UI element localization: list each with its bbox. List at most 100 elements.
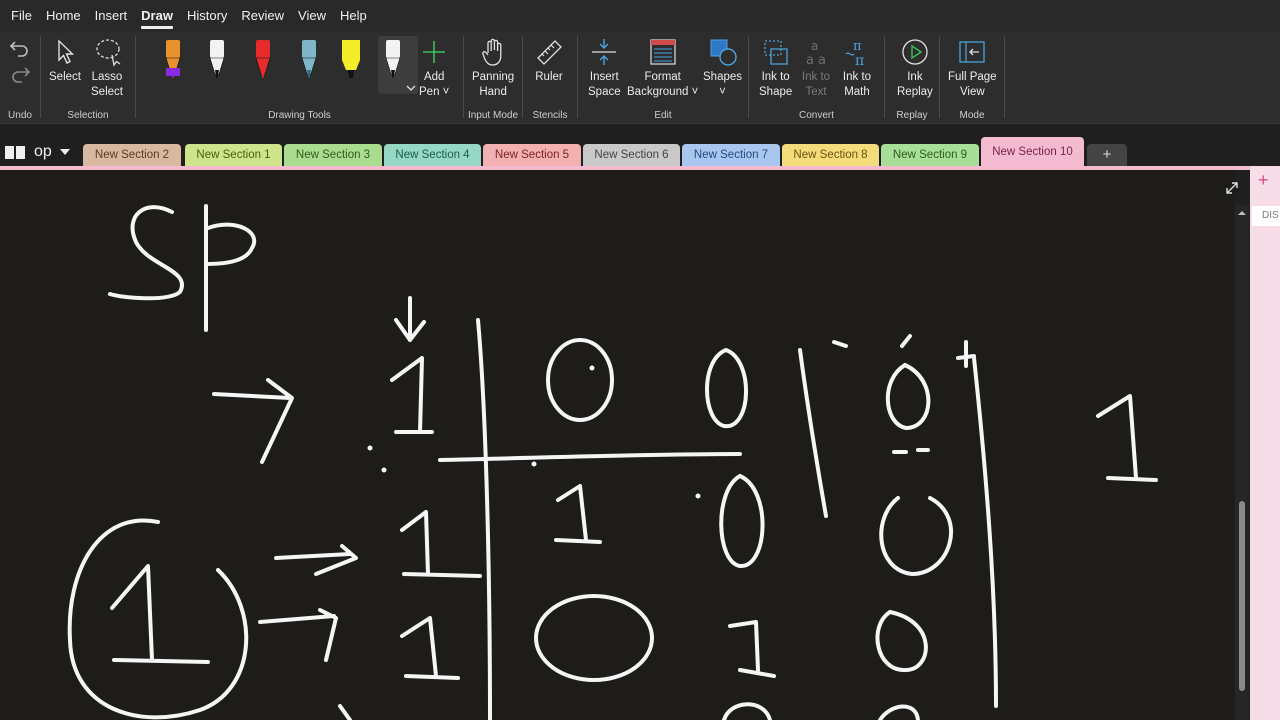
ink-right-arrow-1 xyxy=(212,378,294,464)
menu-home[interactable]: Home xyxy=(39,0,88,32)
select-button[interactable]: Select xyxy=(49,36,81,85)
ink-right-arrow-3 xyxy=(258,608,338,662)
mode-group: Full Page View Mode xyxy=(940,32,1004,124)
section-tab[interactable]: New Section 7 xyxy=(682,144,780,166)
replay-group: Ink Replay Replay xyxy=(885,32,939,124)
shapes-button[interactable]: Shapes ˅ xyxy=(703,36,742,100)
redo-icon[interactable] xyxy=(8,64,32,84)
page-list-item[interactable]: DIS xyxy=(1252,206,1280,226)
lasso-select-button[interactable]: Lasso Select xyxy=(91,36,123,100)
chevron-down-icon xyxy=(406,85,416,91)
expand-icon[interactable] xyxy=(1224,180,1240,196)
insert-space-icon xyxy=(592,39,617,65)
selected-white-pen[interactable] xyxy=(378,36,418,94)
lasso-icon xyxy=(96,39,121,67)
shapes-label-2: ˅ xyxy=(719,86,726,98)
white-pen-icon xyxy=(209,40,225,78)
menu-history[interactable]: History xyxy=(180,0,234,32)
menu-insert[interactable]: Insert xyxy=(88,0,135,32)
panning-hand-button[interactable]: Panning Hand xyxy=(472,36,514,100)
chevron-down-icon xyxy=(59,149,70,155)
ink-to-text-button[interactable]: aaa Ink to Text xyxy=(801,36,831,100)
ruler-icon xyxy=(537,40,562,65)
drawing-tools-group: Add Pen ˅ Drawing Tools xyxy=(136,32,463,124)
shapes-label-1: Shapes xyxy=(703,71,743,83)
section-tab[interactable]: New Section 1 xyxy=(185,144,282,166)
full-page-view-label-1: Full Page xyxy=(948,71,997,83)
full-page-view-button[interactable]: Full Page View xyxy=(948,36,997,100)
menu-draw[interactable]: Draw xyxy=(134,0,180,32)
replay-group-label: Replay xyxy=(896,110,928,121)
ink-replay-label-1: Ink xyxy=(907,71,923,83)
panning-label-2: Hand xyxy=(479,86,507,98)
section-tab[interactable]: New Section 6 xyxy=(583,144,680,166)
section-tab[interactable]: New Section 3 xyxy=(284,144,382,166)
menu-bar: File Home Insert Draw History Review Vie… xyxy=(0,0,1280,32)
edit-group: Insert Space Format Background ˅ Shapes … xyxy=(578,32,748,124)
format-background-button[interactable]: Format Background ˅ xyxy=(627,36,698,100)
ink-to-text-label-2: Text xyxy=(805,86,827,98)
ruler-button[interactable]: Ruler xyxy=(534,36,564,85)
menu-file[interactable]: File xyxy=(4,0,39,32)
scroll-up-icon[interactable] xyxy=(1235,207,1249,219)
ink-partial-arrow-4 xyxy=(338,704,352,720)
ink-to-math-button[interactable]: ππ Ink to Math xyxy=(842,36,872,100)
vertical-scrollbar[interactable] xyxy=(1235,205,1249,720)
menu-help[interactable]: Help xyxy=(333,0,374,32)
divider xyxy=(1004,36,1005,118)
section-tab[interactable]: New Section 4 xyxy=(384,144,481,166)
red-pen-icon xyxy=(255,40,271,78)
add-pen-button[interactable]: Add Pen ˅ xyxy=(419,36,449,100)
lasso-label-2: Select xyxy=(91,86,123,98)
notebook-selector[interactable]: op xyxy=(4,143,70,161)
edit-group-label: Edit xyxy=(654,110,672,121)
white-pen[interactable] xyxy=(202,36,232,84)
selected-white-pen-icon xyxy=(385,40,401,78)
ink-digit-0-r1c4 xyxy=(885,363,931,430)
insert-space-button[interactable]: Insert Space xyxy=(588,36,621,100)
insert-space-label-1: Insert xyxy=(589,71,619,83)
ink-tick-r1 xyxy=(832,334,976,368)
svg-text:a: a xyxy=(811,39,818,53)
ink-replay-button[interactable]: Ink Replay xyxy=(897,36,933,100)
ink-to-shape-label-2: Shape xyxy=(759,86,793,98)
ribbon: Undo Select Lasso Select Selection Add P… xyxy=(0,32,1280,124)
format-background-label-2: Background ˅ xyxy=(627,86,699,98)
ink-digit-0-r1c3 xyxy=(705,348,748,429)
ink-dot xyxy=(695,493,701,499)
full-page-view-label-2: View xyxy=(959,86,985,98)
svg-text:π: π xyxy=(853,39,862,54)
orange-pen[interactable] xyxy=(158,36,188,84)
yellow-highlighter[interactable] xyxy=(336,36,366,84)
add-pen-label-2: Pen ˅ xyxy=(419,86,450,98)
section-tab[interactable]: New Section 9 xyxy=(881,144,979,166)
selection-group-label: Selection xyxy=(67,110,109,121)
ink-digit-0-r1c2 xyxy=(546,338,614,422)
ink-to-shape-label-1: Ink to xyxy=(761,71,790,83)
section-tab[interactable]: New Section 2 xyxy=(83,144,181,166)
orange-pen-icon xyxy=(165,40,181,78)
lasso-label-1: Lasso xyxy=(91,71,123,83)
section-tab[interactable]: New Section 8 xyxy=(782,144,879,166)
section-tab[interactable]: New Section 10 xyxy=(981,137,1084,167)
note-canvas[interactable] xyxy=(0,170,1235,720)
ink-digit-1-r2c1 xyxy=(400,510,482,578)
red-pen[interactable] xyxy=(248,36,278,84)
ink-digit-1-r3c3 xyxy=(728,620,776,678)
ink-to-shape-button[interactable]: Ink to Shape xyxy=(759,36,792,100)
svg-text:a: a xyxy=(806,53,814,67)
section-tab[interactable]: New Section 5 xyxy=(483,144,581,166)
ink-to-math-icon: ππ xyxy=(845,39,864,67)
stencils-group-label: Stencils xyxy=(532,110,568,121)
ink-replay-label-2: Replay xyxy=(897,86,933,98)
menu-view[interactable]: View xyxy=(291,0,333,32)
add-section-button[interactable]: + xyxy=(1087,144,1127,166)
ink-letter-p-bowl xyxy=(204,222,257,266)
section-tabs-bar: op New Section 2 New Section 1 New Section… xyxy=(0,137,1280,298)
scrollbar-thumb[interactable] xyxy=(1239,501,1245,691)
add-page-button[interactable]: + xyxy=(1258,171,1269,189)
galaxy-pen[interactable] xyxy=(294,36,324,84)
undo-icon[interactable] xyxy=(8,38,32,58)
format-background-icon xyxy=(650,39,676,65)
menu-review[interactable]: Review xyxy=(234,0,291,32)
